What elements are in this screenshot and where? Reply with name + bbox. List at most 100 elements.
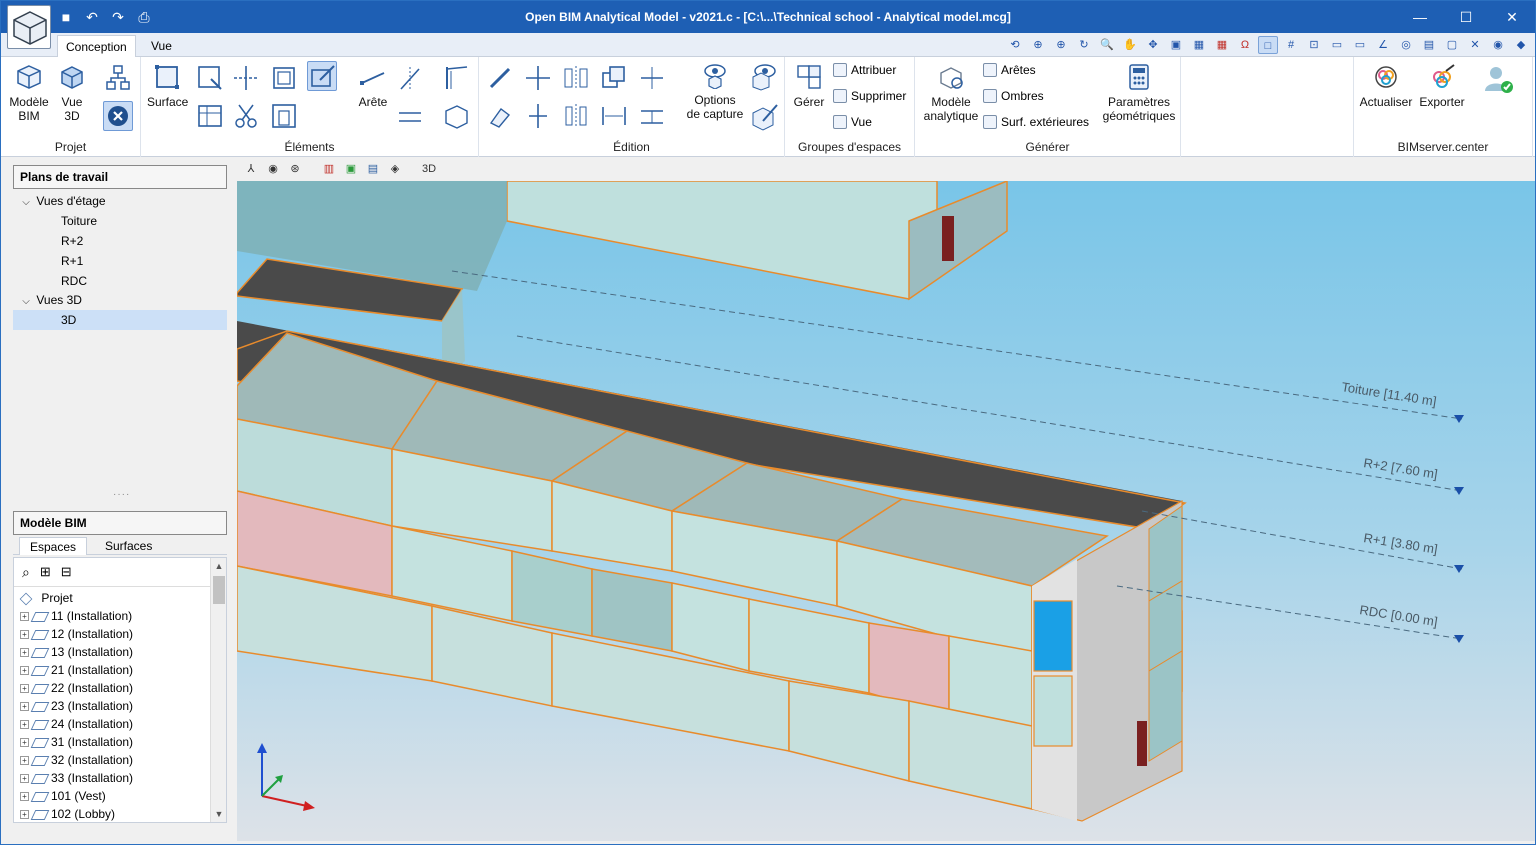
offset-icon[interactable] bbox=[637, 101, 667, 131]
actualiser-button[interactable]: Actualiser bbox=[1358, 63, 1414, 109]
app-logo[interactable] bbox=[7, 5, 51, 49]
vue-group-button[interactable]: Vue bbox=[833, 115, 872, 129]
rotate-icon[interactable]: ⟲ bbox=[1005, 36, 1025, 54]
gerer-button[interactable]: Gérer bbox=[791, 63, 827, 109]
parametres-button[interactable]: Paramètres géométriques bbox=[1101, 63, 1177, 123]
window-icon[interactable]: ▣ bbox=[1166, 36, 1186, 54]
list-item[interactable]: +12 (Installation) bbox=[20, 625, 133, 643]
expand-all-icon[interactable]: ⊞ bbox=[40, 564, 51, 581]
merge-icon[interactable] bbox=[269, 101, 299, 131]
maximize-button[interactable]: ☐ bbox=[1443, 1, 1489, 33]
capture-view-icon[interactable] bbox=[749, 61, 779, 91]
list-scrollbar[interactable]: ▲ ▼ bbox=[210, 558, 226, 822]
align-icon[interactable] bbox=[637, 63, 667, 93]
tools-icon[interactable]: ✕ bbox=[1465, 36, 1485, 54]
vue-3d-button[interactable]: Vue 3D bbox=[55, 63, 89, 123]
chevron-down-icon[interactable]: ⌵ bbox=[19, 292, 33, 312]
tree-view-3d[interactable]: 3D bbox=[13, 310, 227, 330]
copy-icon[interactable] bbox=[599, 63, 629, 93]
user-account-icon[interactable] bbox=[1480, 61, 1516, 97]
supprimer-button[interactable]: Supprimer bbox=[833, 89, 906, 103]
visibility-icon[interactable]: ◈ bbox=[387, 161, 403, 177]
surf-exterieures-button[interactable]: Surf. extérieures bbox=[983, 115, 1089, 129]
expand-icon[interactable]: + bbox=[20, 792, 29, 802]
3d-viewport[interactable]: ⅄ ◉ ⊛ ▥ ▣ ▤ ◈ 3D Toiture [11.40 m] R+2 [… bbox=[237, 157, 1535, 841]
cut-icon[interactable] bbox=[231, 101, 261, 131]
comment-icon[interactable]: ▢ bbox=[1442, 36, 1462, 54]
list-item[interactable]: +101 (Vest) bbox=[20, 787, 106, 805]
list-item[interactable]: +11 (Installation) bbox=[20, 607, 132, 625]
expand-icon[interactable]: + bbox=[20, 666, 29, 676]
tree-vues-etage[interactable]: ⌵ Vues d'étage bbox=[19, 191, 105, 211]
mirror-icon[interactable] bbox=[561, 63, 591, 93]
splitter-grip[interactable]: ···· bbox=[113, 489, 130, 500]
tab-vue[interactable]: Vue bbox=[143, 35, 180, 57]
surface-edit-icon[interactable] bbox=[195, 63, 225, 93]
tree-floor-r1[interactable]: R+1 bbox=[61, 251, 83, 271]
grid-red-icon[interactable]: ▦ bbox=[1212, 36, 1232, 54]
tab-espaces[interactable]: Espaces bbox=[19, 537, 88, 555]
section-red-icon[interactable]: ▥ bbox=[321, 161, 337, 177]
orbit-view-icon[interactable]: ⊛ bbox=[287, 161, 303, 177]
move-icon[interactable] bbox=[523, 63, 553, 93]
zoom-icon[interactable]: 🔍 bbox=[1097, 36, 1117, 54]
expand-icon[interactable]: + bbox=[20, 612, 29, 622]
options-capture-button[interactable]: Options de capture bbox=[683, 61, 747, 121]
tab-surfaces[interactable]: Surfaces bbox=[95, 537, 162, 555]
expand-icon[interactable]: + bbox=[20, 720, 29, 730]
tree-root-projet[interactable]: Projet bbox=[19, 589, 73, 607]
expand-icon[interactable]: + bbox=[20, 648, 29, 658]
exporter-button[interactable]: Exporter bbox=[1416, 63, 1468, 109]
globe-icon[interactable]: ◉ bbox=[1488, 36, 1508, 54]
stretch-icon[interactable] bbox=[523, 101, 553, 131]
eye-icon[interactable]: ◉ bbox=[265, 161, 281, 177]
pencil-icon[interactable] bbox=[485, 63, 515, 93]
move-icon[interactable]: ✥ bbox=[1143, 36, 1163, 54]
snap-icon[interactable]: ⊡ bbox=[1304, 36, 1324, 54]
ombres-button[interactable]: Ombres bbox=[983, 89, 1044, 103]
scroll-down-icon[interactable]: ▼ bbox=[211, 806, 227, 822]
mirror-copy-icon[interactable] bbox=[561, 101, 591, 131]
tab-conception[interactable]: Conception bbox=[57, 35, 136, 57]
refresh-icon[interactable]: ↻ bbox=[1074, 36, 1094, 54]
snap-box-icon[interactable]: □ bbox=[1258, 36, 1278, 54]
volume-icon[interactable] bbox=[441, 101, 471, 131]
arete-button[interactable]: Arête bbox=[353, 63, 393, 109]
collapse-all-icon[interactable]: ⊟ bbox=[61, 564, 72, 581]
zoom-all-icon[interactable]: ⊕ bbox=[1028, 36, 1048, 54]
tree-floor-r2[interactable]: R+2 bbox=[61, 231, 83, 251]
surface-select-icon[interactable] bbox=[307, 61, 337, 91]
wall-icon[interactable] bbox=[441, 63, 471, 93]
table-icon[interactable] bbox=[195, 101, 225, 131]
view-3d-icon[interactable]: 3D bbox=[421, 161, 437, 177]
zoom-in-icon[interactable]: ⊕ bbox=[1051, 36, 1071, 54]
scale-icon[interactable]: ▭ bbox=[1350, 36, 1370, 54]
list-item[interactable]: +22 (Installation) bbox=[20, 679, 133, 697]
search-icon[interactable]: ⌕ bbox=[22, 564, 30, 581]
3d-scene[interactable]: Toiture [11.40 m] R+2 [7.60 m] R+1 [3.80… bbox=[237, 181, 1535, 841]
expand-icon[interactable]: + bbox=[20, 774, 29, 784]
distribute-icon[interactable] bbox=[599, 101, 629, 131]
eraser-icon[interactable] bbox=[485, 101, 515, 131]
minimize-button[interactable]: — bbox=[1397, 1, 1443, 33]
angle-icon[interactable]: ∠ bbox=[1373, 36, 1393, 54]
expand-icon[interactable]: + bbox=[20, 630, 29, 640]
capture-edit-icon[interactable] bbox=[749, 101, 779, 131]
section-blue-icon[interactable]: ▤ bbox=[365, 161, 381, 177]
scroll-thumb[interactable] bbox=[213, 576, 225, 604]
list-item[interactable]: +21 (Installation) bbox=[20, 661, 133, 679]
dxf-icon[interactable]: ▦ bbox=[1189, 36, 1209, 54]
frame-icon[interactable] bbox=[269, 63, 299, 93]
expand-icon[interactable]: + bbox=[20, 684, 29, 694]
surface-button[interactable]: Surface bbox=[147, 63, 188, 109]
tree-floor-toiture[interactable]: Toiture bbox=[61, 211, 97, 231]
layers-icon[interactable]: ▤ bbox=[1419, 36, 1439, 54]
list-item[interactable]: +13 (Installation) bbox=[20, 643, 133, 661]
user-menu-icon[interactable]: ◆ bbox=[1511, 36, 1531, 54]
attribuer-button[interactable]: Attribuer bbox=[833, 63, 896, 77]
modele-bim-button[interactable]: Modèle BIM bbox=[5, 63, 53, 123]
modele-analytique-button[interactable]: Modèle analytique bbox=[919, 63, 983, 123]
ruler-icon[interactable]: ▭ bbox=[1327, 36, 1347, 54]
list-item[interactable]: +23 (Installation) bbox=[20, 697, 133, 715]
edge-vertical-icon[interactable] bbox=[395, 63, 425, 93]
